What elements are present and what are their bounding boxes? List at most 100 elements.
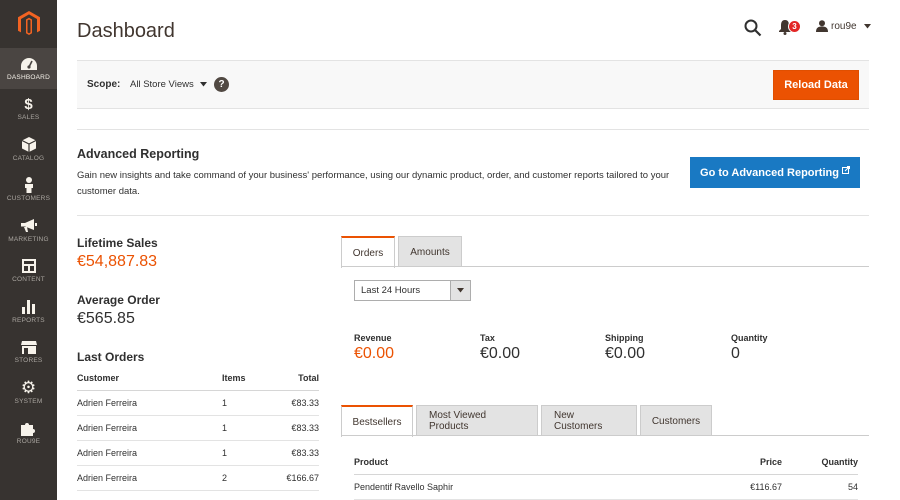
bar-chart-icon: [21, 299, 37, 315]
quantity-value: 0: [731, 345, 740, 362]
tab-most-viewed-products[interactable]: Most Viewed Products: [416, 405, 538, 436]
shipping-label: Shipping: [605, 333, 644, 343]
select-arrow: [450, 281, 470, 300]
tab-bestsellers[interactable]: Bestsellers: [341, 405, 413, 437]
quantity-cell: 54: [782, 474, 858, 500]
grid-tabs: Bestsellers Most Viewed Products New Cus…: [341, 404, 715, 437]
items-cell: 1: [222, 440, 272, 466]
table-row[interactable]: Pendentif Ravello Saphir €116.67 54: [354, 474, 858, 500]
sidebar-item-dashboard[interactable]: DASHBOARD: [0, 48, 57, 89]
last-orders-table: Customer Items Total Adrien Ferreira 1 €…: [77, 366, 319, 491]
tab-customers[interactable]: Customers: [640, 405, 712, 436]
dollar-icon: $: [24, 95, 33, 113]
user-name: rou9e: [831, 20, 857, 32]
price-cell: €116.67: [712, 474, 782, 500]
caret-down-icon: [457, 288, 464, 293]
table-row[interactable]: Adrien Ferreira 2 €166.67: [77, 465, 319, 491]
caret-down-icon: [863, 23, 871, 28]
tab-orders[interactable]: Orders: [341, 236, 395, 268]
column-header-product: Product: [354, 450, 712, 475]
search-icon: [744, 19, 762, 37]
magento-logo-icon: [17, 11, 40, 35]
tabs-divider: [341, 435, 869, 436]
sidebar-item-label: MARKETING: [8, 235, 49, 243]
customer-cell: Adrien Ferreira: [77, 440, 222, 466]
average-order-label: Average Order: [77, 293, 160, 307]
sidebar-item-label: CONTENT: [12, 276, 45, 283]
reload-data-button[interactable]: Reload Data: [773, 70, 859, 100]
sidebar-item-label: ROU9E: [16, 438, 41, 445]
divider: [77, 215, 869, 216]
sidebar-item-customers[interactable]: CUSTOMERS: [0, 170, 57, 211]
tabs-divider: [341, 266, 869, 267]
caret-down-icon: [199, 82, 207, 87]
column-header-items: Items: [222, 366, 272, 391]
sidebar-item-system[interactable]: ⚙ SYSTEM: [0, 372, 57, 413]
magento-logo[interactable]: [0, 0, 57, 48]
sidebar-item-label: SALES: [17, 114, 40, 121]
sidebar-item-sales[interactable]: $ SALES: [0, 89, 57, 130]
shipping-value: €0.00: [605, 345, 646, 362]
scope-label: Scope:: [87, 79, 121, 90]
user-icon: [816, 20, 828, 32]
dashboard-icon: [20, 56, 37, 72]
customer-cell: Adrien Ferreira: [77, 465, 222, 491]
help-icon[interactable]: ?: [214, 77, 229, 92]
customer-cell: Adrien Ferreira: [77, 390, 222, 416]
column-header-price: Price: [712, 450, 782, 475]
admin-user-menu[interactable]: rou9e: [816, 20, 871, 32]
quantity-label: Quantity: [731, 333, 768, 343]
external-link-icon: [841, 165, 850, 174]
megaphone-icon: [20, 218, 37, 234]
revenue-label: Revenue: [354, 333, 392, 343]
tax-value: €0.00: [480, 345, 521, 362]
advanced-reporting-text: Gain new insights and take command of yo…: [77, 170, 670, 197]
tab-amounts[interactable]: Amounts: [398, 236, 462, 267]
sidebar-item-label: REPORTS: [12, 316, 45, 324]
table-header-row: Product Price Quantity: [354, 450, 858, 475]
sidebar-item-label: CUSTOMERS: [6, 195, 51, 202]
store-icon: [20, 339, 37, 355]
sidebar-item-reports[interactable]: REPORTS: [0, 291, 57, 332]
go-to-advanced-reporting-button[interactable]: Go to Advanced Reporting: [690, 157, 860, 188]
sidebar-item-label: SYSTEM: [14, 397, 43, 405]
total-cell: €166.67: [272, 465, 319, 491]
table-row[interactable]: Adrien Ferreira 1 €83.33: [77, 390, 319, 416]
items-cell: 1: [222, 390, 272, 416]
last-orders-title: Last Orders: [77, 350, 145, 364]
average-order-value: €565.85: [77, 310, 135, 327]
advanced-reporting-title: Advanced Reporting: [77, 147, 200, 161]
global-search-button[interactable]: [744, 19, 762, 37]
table-header-row: Customer Items Total: [77, 366, 319, 391]
lifetime-sales-value: €54,887.83: [77, 253, 158, 270]
store-view-value: All Store Views: [130, 79, 194, 90]
total-cell: €83.33: [272, 390, 319, 416]
table-row[interactable]: Adrien Ferreira 1 €83.33: [77, 440, 319, 466]
tax-label: Tax: [480, 333, 495, 343]
person-icon: [21, 177, 37, 193]
total-cell: €83.33: [272, 415, 319, 441]
period-value: Last 24 Hours: [361, 285, 421, 296]
total-cell: €83.33: [272, 440, 319, 466]
tab-new-customers[interactable]: New Customers: [541, 405, 637, 436]
sidebar-item-marketing[interactable]: MARKETING: [0, 210, 57, 251]
sidebar-item-label: STORES: [14, 357, 43, 364]
period-select[interactable]: Last 24 Hours: [354, 280, 471, 301]
store-view-switcher[interactable]: All Store Views: [130, 79, 207, 90]
column-header-total: Total: [272, 366, 319, 391]
sidebar-item-catalog[interactable]: CATALOG: [0, 129, 57, 170]
box-icon: [21, 137, 37, 153]
revenue-value: €0.00: [354, 345, 395, 362]
page-title: Dashboard: [77, 20, 175, 42]
column-header-customer: Customer: [77, 366, 222, 391]
table-row[interactable]: Adrien Ferreira 1 €83.33: [77, 415, 319, 441]
go-to-advanced-reporting-label: Go to Advanced Reporting: [700, 166, 839, 179]
sidebar-item-content[interactable]: CONTENT: [0, 251, 57, 292]
customer-cell: Adrien Ferreira: [77, 415, 222, 441]
gear-icon: ⚙: [20, 377, 37, 397]
sidebar-item-rou9e[interactable]: ROU9E: [0, 413, 57, 454]
divider: [77, 129, 869, 130]
sidebar-item-stores[interactable]: STORES: [0, 332, 57, 373]
sidebar-item-label: CATALOG: [12, 154, 45, 162]
chart-tabs: Orders Amounts: [341, 235, 465, 268]
